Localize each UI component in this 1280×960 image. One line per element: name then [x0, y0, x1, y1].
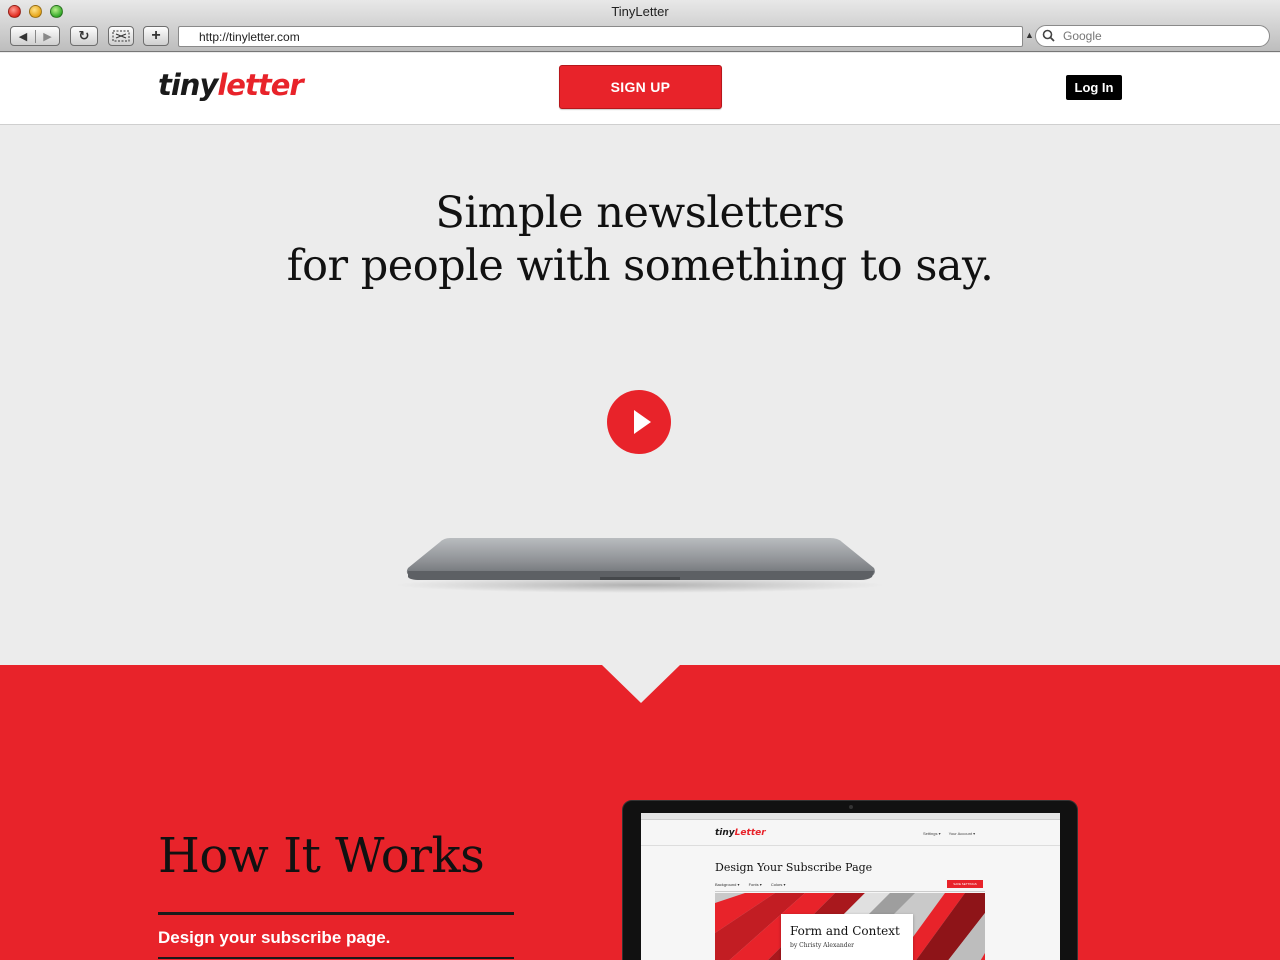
browser-toolbar: TinyLetter ◀ ▶ ↻ + http://tinyletter.com…	[0, 0, 1280, 52]
mock-nav-settings: Settings ▾	[923, 831, 941, 836]
monitor-mockup: tinyLetter Settings ▾ Your Account ▾ Des…	[622, 800, 1078, 960]
search-icon	[1042, 29, 1055, 42]
snippet-button[interactable]	[108, 26, 134, 46]
camera-dot	[849, 805, 853, 809]
tinyletter-logo[interactable]: tinyletter	[158, 68, 304, 102]
logo-text-letter: letter	[217, 68, 303, 102]
forward-button[interactable]: ▶	[34, 29, 59, 43]
back-button[interactable]: ◀	[11, 30, 35, 43]
mock-logo-letter: Letter	[734, 828, 766, 838]
log-in-button[interactable]: Log In	[1066, 75, 1122, 100]
reload-button[interactable]: ↻	[70, 26, 98, 46]
mock-menu-bar	[641, 813, 1060, 820]
divider	[158, 912, 514, 915]
site-header: tinyletter SIGN UP Log In	[0, 53, 1280, 125]
add-tab-button[interactable]: +	[143, 26, 169, 46]
hero-section: Simple newsletters for people with somet…	[0, 125, 1280, 665]
closed-laptop-image	[395, 538, 885, 593]
mock-save-button: SAVE SETTINGS	[947, 880, 983, 888]
mock-divider	[641, 845, 1060, 846]
monitor-screen: tinyLetter Settings ▾ Your Account ▾ Des…	[641, 813, 1060, 960]
sign-up-button[interactable]: SIGN UP	[559, 65, 722, 109]
back-forward-group: ◀ ▶	[10, 26, 60, 46]
step-design-subscribe-page[interactable]: Design your subscribe page.	[158, 928, 390, 948]
divider	[158, 957, 514, 959]
mock-nav-account: Your Account ▾	[948, 831, 976, 836]
how-it-works-section: How It Works Design your subscribe page.…	[0, 665, 1280, 960]
mock-tab-fonts: Fonts ▾	[748, 882, 762, 887]
play-video-button[interactable]	[607, 390, 671, 454]
window-title: TinyLetter	[611, 4, 669, 19]
mock-nav: Settings ▾ Your Account ▾	[923, 831, 982, 836]
search-placeholder: Google	[1063, 29, 1102, 43]
scissors-icon	[112, 30, 130, 42]
mock-logo-tiny: tiny	[715, 828, 735, 838]
headline-line-1: Simple newsletters	[435, 188, 845, 238]
logo-text-tiny: tiny	[158, 68, 218, 102]
mock-card-byline: by Christy Alexander	[790, 942, 855, 949]
mock-divider	[715, 891, 985, 892]
mock-tab-background: Background ▾	[715, 882, 740, 887]
mock-card-title: Form and Context	[790, 924, 900, 938]
mock-logo: tinyLetter	[715, 828, 766, 838]
hero-headline: Simple newsletters for people with somet…	[0, 187, 1280, 293]
address-bar[interactable]: http://tinyletter.com	[178, 26, 1023, 47]
mock-page-title: Design Your Subscribe Page	[715, 861, 873, 874]
headline-line-2: for people with something to say.	[286, 241, 994, 291]
mock-subscribe-card: Form and Context by Christy Alexander	[781, 914, 913, 960]
url-dropdown-icon[interactable]: ▲	[1025, 30, 1034, 40]
mock-tab-colors: Colors ▾	[770, 882, 786, 887]
mock-tabs: Background ▾ Fonts ▾ Colors ▾	[715, 882, 794, 887]
section-pointer	[602, 665, 680, 703]
search-field[interactable]: Google	[1035, 25, 1270, 47]
how-it-works-title: How It Works	[158, 828, 485, 884]
